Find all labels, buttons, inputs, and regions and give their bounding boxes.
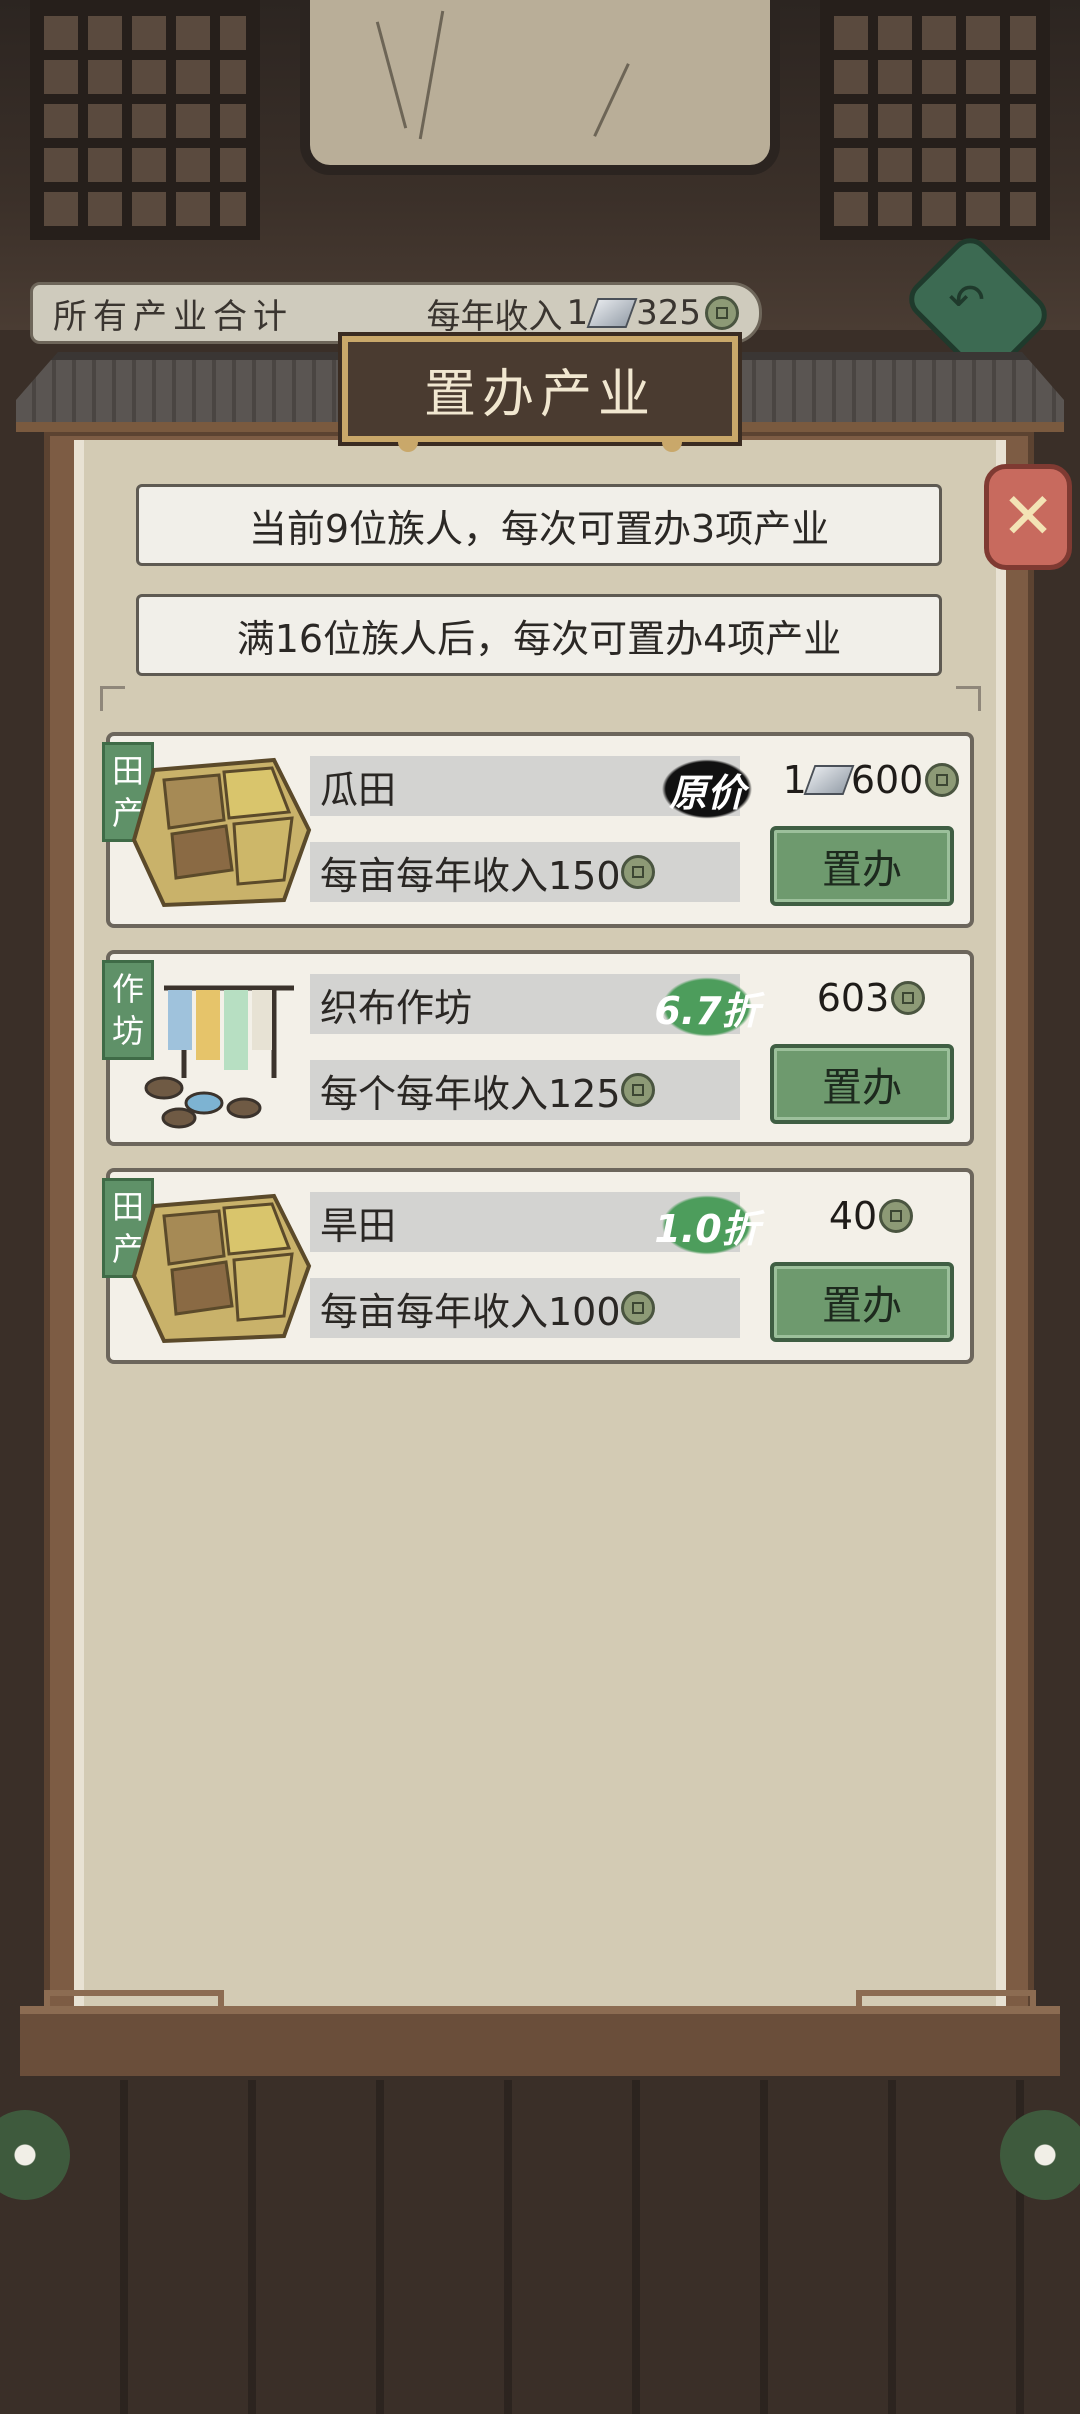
copper-coin-icon bbox=[620, 1073, 655, 1107]
copper-coin-icon bbox=[620, 855, 655, 889]
total-label: 所有产业合计 bbox=[53, 296, 293, 337]
property-income: 每个每年收入125 bbox=[310, 1060, 740, 1120]
window-lattice-left bbox=[30, 0, 260, 240]
dialog-base bbox=[20, 2006, 1060, 2076]
property-income: 每亩每年收入100 bbox=[310, 1278, 740, 1338]
copper-coin-icon bbox=[925, 763, 960, 797]
corner-ornament-right bbox=[956, 686, 981, 711]
field-icon bbox=[131, 757, 312, 908]
price-coins: 40 bbox=[828, 1194, 878, 1238]
total-income: 每年收入 1 325 bbox=[426, 289, 739, 338]
buy-button[interactable]: 置办 bbox=[770, 1044, 954, 1124]
field-icon bbox=[131, 1193, 312, 1344]
buy-button[interactable]: 置办 bbox=[770, 1262, 954, 1342]
copper-coin-icon bbox=[705, 296, 739, 330]
total-income-bar: 所有产业合计 每年收入 1 325 bbox=[30, 282, 762, 344]
income-text: 每个每年收入125 bbox=[320, 1071, 621, 1116]
silver-amount: 1 bbox=[566, 293, 589, 333]
window-lattice-right bbox=[820, 0, 1050, 240]
return-arrow-icon: ↶ bbox=[948, 275, 986, 327]
info-next: 满16位族人后，每次可置办4项产业 bbox=[136, 594, 942, 676]
plant-right-icon bbox=[1000, 2110, 1080, 2200]
income-text: 每亩每年收入100 bbox=[320, 1289, 621, 1334]
dialog-title: 置办产业 bbox=[338, 332, 742, 452]
price: 1 600 bbox=[776, 750, 966, 810]
property-card: 田产 旱田 1.0折 40 每亩每年收入100 置办 bbox=[102, 1168, 974, 1364]
close-icon: ✕ bbox=[1001, 480, 1055, 554]
discount-badge: 原价 bbox=[654, 754, 760, 824]
income-prefix: 每年收入 bbox=[426, 296, 563, 337]
copper-coin-icon bbox=[891, 981, 926, 1015]
workshop-icon bbox=[144, 985, 294, 1129]
copper-coin-icon bbox=[879, 1199, 914, 1233]
silver-ingot-icon bbox=[803, 765, 855, 795]
info-current: 当前9位族人，每次可置办3项产业 bbox=[136, 484, 942, 566]
silver-ingot-icon bbox=[586, 298, 638, 328]
price-silver: 1 bbox=[782, 758, 807, 802]
income-text: 每亩每年收入150 bbox=[320, 853, 621, 898]
property-card: 作坊 织布作坊 6.7折 603 每个每年收入125 置办 bbox=[102, 950, 974, 1146]
copper-coin-icon bbox=[620, 1291, 655, 1325]
price: 603 bbox=[776, 968, 966, 1028]
discount-badge: 6.7折 bbox=[654, 972, 760, 1042]
coin-amount: 325 bbox=[636, 293, 701, 333]
close-button[interactable]: ✕ bbox=[984, 464, 1072, 570]
discount-badge: 1.0折 bbox=[654, 1190, 760, 1260]
property-income: 每亩每年收入150 bbox=[310, 842, 740, 902]
corner-ornament-left bbox=[100, 686, 125, 711]
price-coins: 603 bbox=[816, 976, 890, 1020]
buy-button[interactable]: 置办 bbox=[770, 826, 954, 906]
orchid-painting bbox=[300, 0, 780, 175]
property-card: 田产 瓜田 原价 1 600 每亩每年收入150 置办 bbox=[102, 732, 974, 928]
background-floor bbox=[0, 2080, 1080, 2414]
price-coins: 600 bbox=[850, 758, 924, 802]
price: 40 bbox=[776, 1186, 966, 1246]
